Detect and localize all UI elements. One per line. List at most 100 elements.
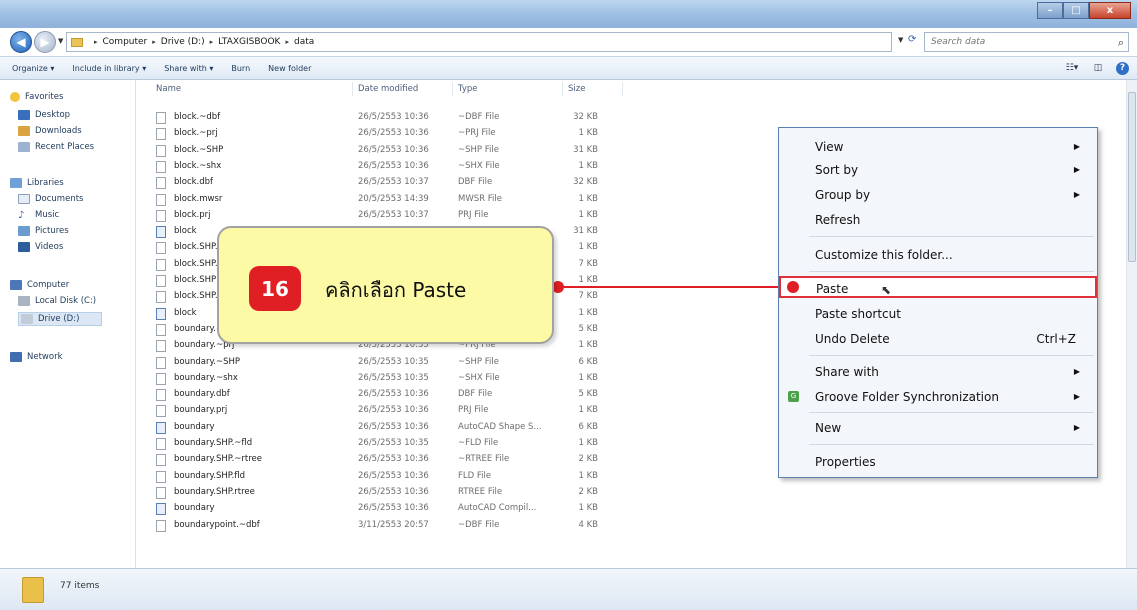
breadcrumb-computer[interactable]: Computer: [103, 37, 148, 47]
column-header-name[interactable]: Name: [156, 84, 181, 94]
column-header-date[interactable]: Date modified: [358, 84, 418, 94]
column-header-size[interactable]: Size: [568, 84, 585, 94]
file-row[interactable]: boundary 26/5/2553 10:36 AutoCAD Shape S..…: [150, 420, 620, 435]
scrollbar-thumb[interactable]: [1128, 92, 1136, 262]
nav-label: Recent Places: [35, 142, 95, 152]
file-name: block.SHP.: [174, 258, 218, 269]
nav-music[interactable]: ♪ Music: [18, 210, 59, 221]
nav-drive-d[interactable]: Drive (D:): [18, 312, 103, 326]
menu-item-view[interactable]: View ▶: [780, 136, 1096, 158]
network-icon: [10, 352, 22, 362]
menu-item-properties[interactable]: Properties: [780, 451, 1096, 473]
file-row[interactable]: block.~SHP 26/5/2553 10:36 ~SHP File 31 KB: [150, 143, 620, 158]
menu-item-paste[interactable]: Paste ⬉: [779, 276, 1097, 298]
address-history-dropdown-icon[interactable]: ▼: [898, 36, 903, 44]
file-row[interactable]: block.~dbf 26/5/2553 10:36 ~DBF File 32 KB: [150, 110, 620, 125]
file-name: block.prj: [174, 209, 211, 220]
file-row[interactable]: boundary.SHP.fld 26/5/2553 10:36 FLD File 1…: [150, 469, 620, 484]
vertical-scrollbar[interactable]: [1126, 80, 1137, 568]
change-view-icon[interactable]: ☷▾: [1064, 61, 1080, 75]
column-divider[interactable]: [452, 82, 453, 96]
burn-button[interactable]: Burn: [231, 64, 250, 73]
file-row[interactable]: block.prj 26/5/2553 10:37 PRJ File 1 KB: [150, 208, 620, 223]
nav-recent-places[interactable]: Recent Places: [18, 142, 94, 152]
nav-downloads[interactable]: Downloads: [18, 126, 82, 136]
preview-pane-icon[interactable]: ◫: [1090, 61, 1106, 75]
organize-button[interactable]: Organize ▾: [12, 64, 54, 73]
search-icon[interactable]: ⌕: [1118, 36, 1124, 50]
documents-icon: [18, 194, 30, 204]
include-in-library-button[interactable]: Include in library ▾: [72, 64, 146, 73]
new-folder-button[interactable]: New folder: [268, 64, 311, 73]
back-arrow-icon: ◀: [16, 35, 26, 49]
file-row[interactable]: boundary 26/5/2553 10:36 AutoCAD Compil...…: [150, 501, 620, 516]
file-size: 4 KB: [578, 519, 598, 530]
minimize-button[interactable]: –: [1037, 2, 1063, 19]
file-name: block.~SHP: [174, 144, 224, 155]
menu-item-new[interactable]: New ▶: [780, 417, 1096, 439]
menu-label: New: [815, 421, 842, 435]
file-row[interactable]: block.~shx 26/5/2553 10:36 ~SHX File 1 KB: [150, 159, 620, 174]
file-row[interactable]: boundarypoint.~dbf 3/11/2553 20:57 ~DBF Fi…: [150, 518, 620, 533]
file-size: 6 KB: [578, 421, 598, 432]
file-row[interactable]: block.~prj 26/5/2553 10:36 ~PRJ File 1 KB: [150, 126, 620, 141]
menu-item-paste-shortcut[interactable]: Paste shortcut: [780, 303, 1096, 325]
forward-button[interactable]: ▶: [34, 31, 56, 53]
nav-computer[interactable]: Computer: [10, 280, 69, 290]
file-row[interactable]: boundary.SHP.~fld 26/5/2553 10:35 ~FLD Fil…: [150, 436, 620, 451]
breadcrumb-ltaxgisbook[interactable]: LTAXGISBOOK: [218, 37, 280, 47]
nav-libraries[interactable]: Libraries: [10, 178, 64, 188]
nav-network[interactable]: Network: [10, 352, 63, 362]
file-row[interactable]: boundary.SHP.rtree 26/5/2553 10:36 RTREE F…: [150, 485, 620, 500]
file-row[interactable]: boundary.~SHP 26/5/2553 10:35 ~SHP File 6 K…: [150, 355, 620, 370]
nav-pictures[interactable]: Pictures: [18, 226, 69, 236]
desktop-icon: [18, 110, 30, 120]
recent-pages-dropdown-icon[interactable]: ▼: [58, 37, 63, 45]
file-row[interactable]: boundary.SHP.~rtree 26/5/2553 10:36 ~RTREE…: [150, 452, 620, 467]
nav-videos[interactable]: Videos: [18, 242, 63, 252]
breadcrumb-separator-icon[interactable]: ▸: [152, 38, 156, 46]
maximize-button[interactable]: □: [1063, 2, 1089, 19]
file-name: block.mwsr: [174, 193, 223, 204]
share-with-button[interactable]: Share with ▾: [164, 64, 213, 73]
back-button[interactable]: ◀: [10, 31, 32, 53]
column-divider[interactable]: [562, 82, 563, 96]
close-button[interactable]: x: [1089, 2, 1131, 19]
menu-item-customize-folder[interactable]: Customize this folder...: [780, 244, 1096, 266]
menu-item-refresh[interactable]: Refresh: [780, 209, 1096, 231]
nav-local-disk-c[interactable]: Local Disk (C:): [18, 296, 96, 306]
file-row[interactable]: block.dbf 26/5/2553 10:37 DBF File 32 KB: [150, 175, 620, 190]
help-icon[interactable]: ?: [1116, 61, 1129, 75]
file-row[interactable]: boundary.~shx 26/5/2553 10:35 ~SHX File 1 K…: [150, 371, 620, 386]
menu-item-groove-sync[interactable]: G Groove Folder Synchronization ▶: [780, 386, 1096, 408]
menu-item-undo-delete[interactable]: Undo Delete Ctrl+Z: [780, 328, 1096, 350]
menu-item-sort-by[interactable]: Sort by ▶: [780, 159, 1096, 181]
nav-favorites[interactable]: Favorites: [10, 92, 63, 102]
column-divider[interactable]: [352, 82, 353, 96]
libraries-icon: [10, 178, 22, 188]
breadcrumb-separator-icon[interactable]: ▸: [210, 38, 214, 46]
refresh-icon[interactable]: ⟳: [908, 34, 916, 45]
address-bar[interactable]: ▸ Computer ▸ Drive (D:) ▸ LTAXGISBOOK ▸ …: [66, 32, 892, 52]
search-input[interactable]: [931, 37, 1111, 47]
file-row[interactable]: boundary.dbf 26/5/2553 10:36 DBF File 5 KB: [150, 387, 620, 402]
breadcrumb-drive-d[interactable]: Drive (D:): [161, 37, 205, 47]
file-row[interactable]: boundary.prj 26/5/2553 10:36 PRJ File 1 KB: [150, 403, 620, 418]
column-header-type[interactable]: Type: [458, 84, 478, 94]
file-row[interactable]: block.mwsr 20/5/2553 14:39 MWSR File 1 KB: [150, 192, 620, 207]
file-icon: [156, 177, 166, 190]
title-bar: – □ x: [0, 0, 1137, 28]
file-icon: [156, 160, 166, 173]
menu-item-group-by[interactable]: Group by ▶: [780, 184, 1096, 206]
breadcrumb-separator-icon[interactable]: ▸: [94, 38, 98, 46]
menu-item-share-with[interactable]: Share with ▶: [780, 361, 1096, 383]
submenu-arrow-icon: ▶: [1073, 190, 1080, 199]
breadcrumb-separator-icon[interactable]: ▸: [285, 38, 289, 46]
file-type: PRJ File: [458, 405, 489, 416]
breadcrumb-data[interactable]: data: [294, 37, 314, 47]
nav-desktop[interactable]: Desktop: [18, 110, 70, 120]
pictures-icon: [18, 226, 30, 236]
menu-separator: [809, 355, 1094, 356]
nav-documents[interactable]: Documents: [18, 194, 83, 204]
column-divider[interactable]: [622, 82, 623, 96]
